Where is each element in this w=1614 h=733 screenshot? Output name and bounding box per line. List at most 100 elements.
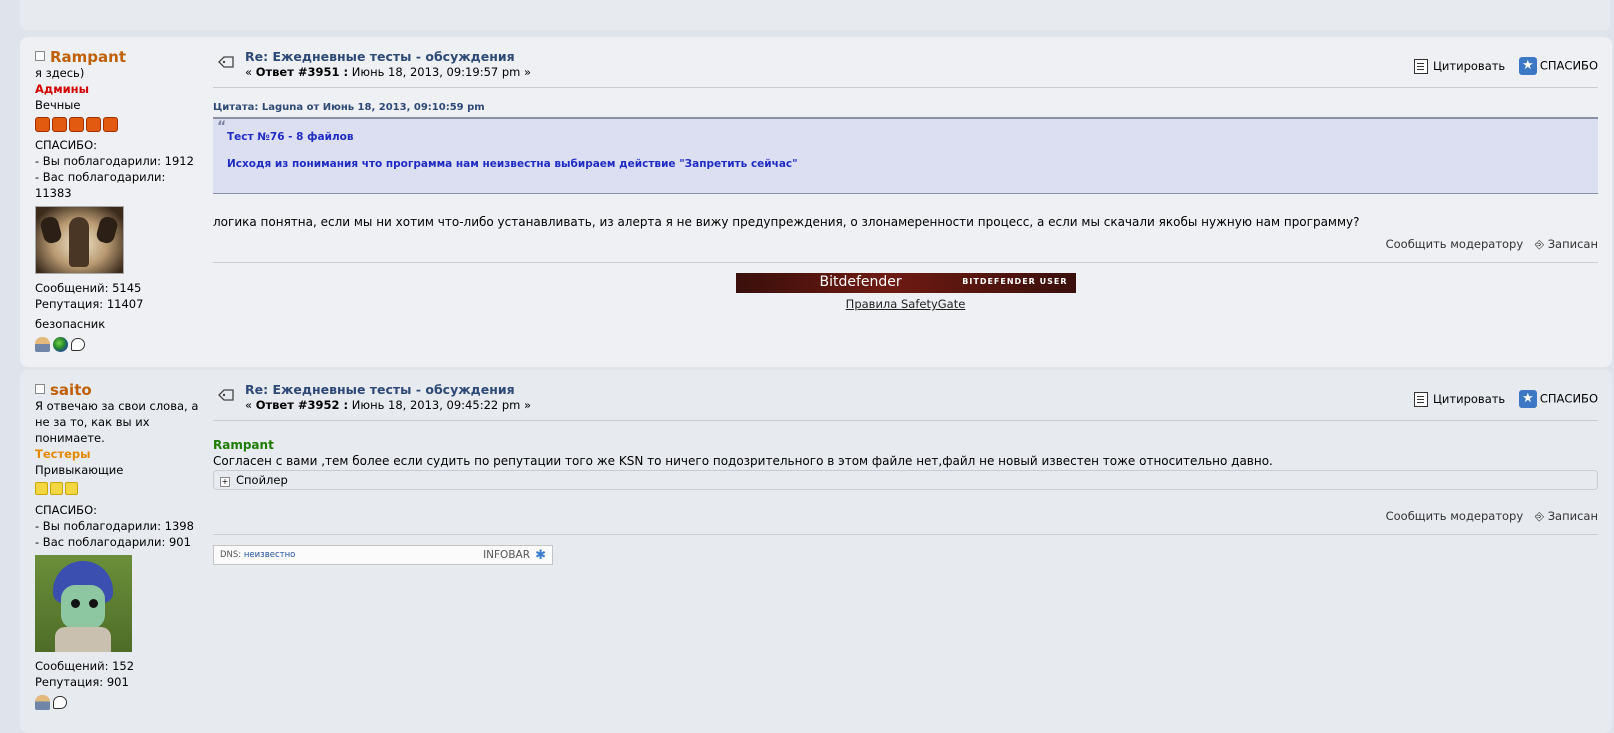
quote-button[interactable]: Цитировать <box>1414 58 1506 74</box>
thanks-button-label: СПАСИБО <box>1539 391 1598 406</box>
reputation: Репутация: 11407 <box>35 297 144 311</box>
quote-label: Цитировать <box>1433 391 1506 406</box>
thanks-button-label: СПАСИБО <box>1539 58 1598 73</box>
topic-icon <box>218 56 234 68</box>
avatar-eye <box>89 599 98 608</box>
thanked-received-value: 11383 <box>35 186 72 200</box>
website-icon[interactable] <box>53 337 68 352</box>
post-actions: Цитировать ★ СПАСИБО <box>1404 57 1598 75</box>
rank-star-icon <box>50 482 63 495</box>
profile-icon[interactable] <box>35 695 50 710</box>
post-text: Согласен с вами ,тем более если судить п… <box>213 454 1273 468</box>
avatar-eye <box>71 599 80 608</box>
banner-sub: BITDEFENDER USER <box>962 277 1068 286</box>
quoted-username: Rampant <box>213 438 274 452</box>
rank-star-icon <box>65 482 78 495</box>
rank-star-icon <box>52 117 67 132</box>
record-button[interactable]: ⎆ Записан <box>1535 237 1598 252</box>
message-icon[interactable] <box>71 338 85 351</box>
previous-post-bottom <box>20 0 1610 30</box>
infobar-dns: DNS: неизвестно <box>220 550 295 560</box>
quote-button[interactable]: Цитировать <box>1414 391 1506 407</box>
reply-number[interactable]: Ответ #3951 : <box>256 65 348 79</box>
avatar-body <box>55 627 111 652</box>
quote-block: “ Тест №76 - 8 файлов Исходя из понимани… <box>213 117 1598 194</box>
post-header: Re: Ежедневные тесты - обсуждения « Отве… <box>213 37 1598 88</box>
author-row: Rampant <box>35 49 205 65</box>
profile-icon[interactable] <box>35 337 50 352</box>
post-actions: Цитировать ★ СПАСИБО <box>1404 390 1598 408</box>
poster-info: Rampant я здесь) Админы Вечные СПАСИБО: … <box>35 49 205 354</box>
post-meta: « Ответ #3952 : Июнь 18, 2013, 09:45:22 … <box>245 398 531 412</box>
forum-post: Rampant я здесь) Админы Вечные СПАСИБО: … <box>20 37 1612 367</box>
poster-info: saito Я отвечаю за свои слова, а не за т… <box>35 382 205 712</box>
record-button[interactable]: ⎆ Записан <box>1535 509 1598 524</box>
avatar-figure <box>69 217 89 267</box>
reply-number[interactable]: Ответ #3952 : <box>256 398 348 412</box>
avatar-face <box>61 585 105 629</box>
thanks-label: СПАСИБО: <box>35 138 97 152</box>
reputation: Репутация: 901 <box>35 675 129 689</box>
post-meta: « Ответ #3951 : Июнь 18, 2013, 09:19:57 … <box>245 65 531 79</box>
meta-prefix: « <box>245 398 253 412</box>
avatar-hand-right <box>94 215 120 245</box>
rank-star-icon <box>35 117 50 132</box>
author-name[interactable]: saito <box>50 381 92 399</box>
post-text: логика понятна, если мы ни хотим что-либ… <box>213 215 1360 229</box>
rank-stars <box>35 482 205 498</box>
report-link[interactable]: Сообщить модератору <box>1386 237 1524 251</box>
bitdefender-banner[interactable]: Bitdefender BITDEFENDER USER <box>735 273 1076 293</box>
banner-brand: Bitdefender <box>819 274 902 290</box>
rank-star-icon <box>69 117 84 132</box>
personal-text: я здесь) <box>35 66 85 80</box>
member-group: Админы <box>35 82 89 96</box>
record-label: Записан <box>1547 509 1598 523</box>
post-header: Re: Ежедневные тесты - обсуждения « Отве… <box>213 370 1598 421</box>
thanks-icon: ★ <box>1518 57 1537 75</box>
message-icon[interactable] <box>53 696 67 709</box>
infobar-dns-value: неизвестно <box>243 550 296 560</box>
thanked-received: - Вас поблагодарили: 901 <box>35 535 191 549</box>
profile-icons <box>35 336 205 354</box>
rank-star-icon <box>103 117 118 132</box>
thanked-received: - Вас поблагодарили: <box>35 170 166 184</box>
thanks-button[interactable]: ★ СПАСИБО <box>1518 57 1598 75</box>
quote-label: Цитировать <box>1433 58 1506 73</box>
thanks-icon: ★ <box>1518 390 1537 408</box>
profile-icons <box>35 694 205 712</box>
author-row: saito <box>35 382 205 398</box>
author-name[interactable]: Rampant <box>50 48 126 66</box>
quote-line: Тест №76 - 8 файлов <box>227 131 354 143</box>
record-label: Записан <box>1547 237 1598 251</box>
thanks-button[interactable]: ★ СПАСИБО <box>1518 390 1598 408</box>
infobar-badge[interactable]: DNS: неизвестно INFOBAR ✱ <box>213 545 553 565</box>
post-subject[interactable]: Re: Ежедневные тесты - обсуждения <box>245 382 515 397</box>
signature-link[interactable]: Правила SafetyGate <box>213 297 1598 311</box>
post-date: Июнь 18, 2013, 09:45:22 pm » <box>351 398 532 412</box>
quote-icon <box>1414 391 1428 407</box>
infobar-dns-label: DNS: <box>220 550 242 560</box>
quote-line: Исходя из понимания что программа нам не… <box>227 158 798 170</box>
post-subject[interactable]: Re: Ежедневные тесты - обсуждения <box>245 49 515 64</box>
report-link[interactable]: Сообщить модератору <box>1386 509 1524 523</box>
post-group: Вечные <box>35 98 81 112</box>
signature: DNS: неизвестно INFOBAR ✱ <box>213 534 1598 568</box>
topic-icon <box>218 389 234 401</box>
custom-title: безопасник <box>35 317 106 331</box>
post-content: Re: Ежедневные тесты - обсуждения « Отве… <box>213 370 1598 568</box>
post-count: Сообщений: 152 <box>35 659 135 673</box>
rank-stars <box>35 117 205 133</box>
rank-star-icon <box>35 482 48 495</box>
infobar-brand: INFOBAR <box>483 549 530 561</box>
thanks-label: СПАСИБО: <box>35 503 97 517</box>
thanked-given: - Вы поблагодарили: 1912 <box>35 154 194 168</box>
quote-header[interactable]: Цитата: Laguna от Июнь 18, 2013, 09:10:5… <box>213 102 1598 113</box>
infobar-logo-icon: ✱ <box>535 548 546 563</box>
spoiler-toggle[interactable]: + Спойлер <box>213 470 1598 490</box>
signature: Bitdefender BITDEFENDER USER Правила Saf… <box>213 262 1598 311</box>
spoiler-toggle-icon: + <box>220 477 230 487</box>
spoiler-label: Спойлер <box>236 473 288 487</box>
avatar <box>35 555 132 652</box>
post-content: Re: Ежедневные тесты - обсуждения « Отве… <box>213 37 1598 311</box>
post-count: Сообщений: 5145 <box>35 281 142 295</box>
